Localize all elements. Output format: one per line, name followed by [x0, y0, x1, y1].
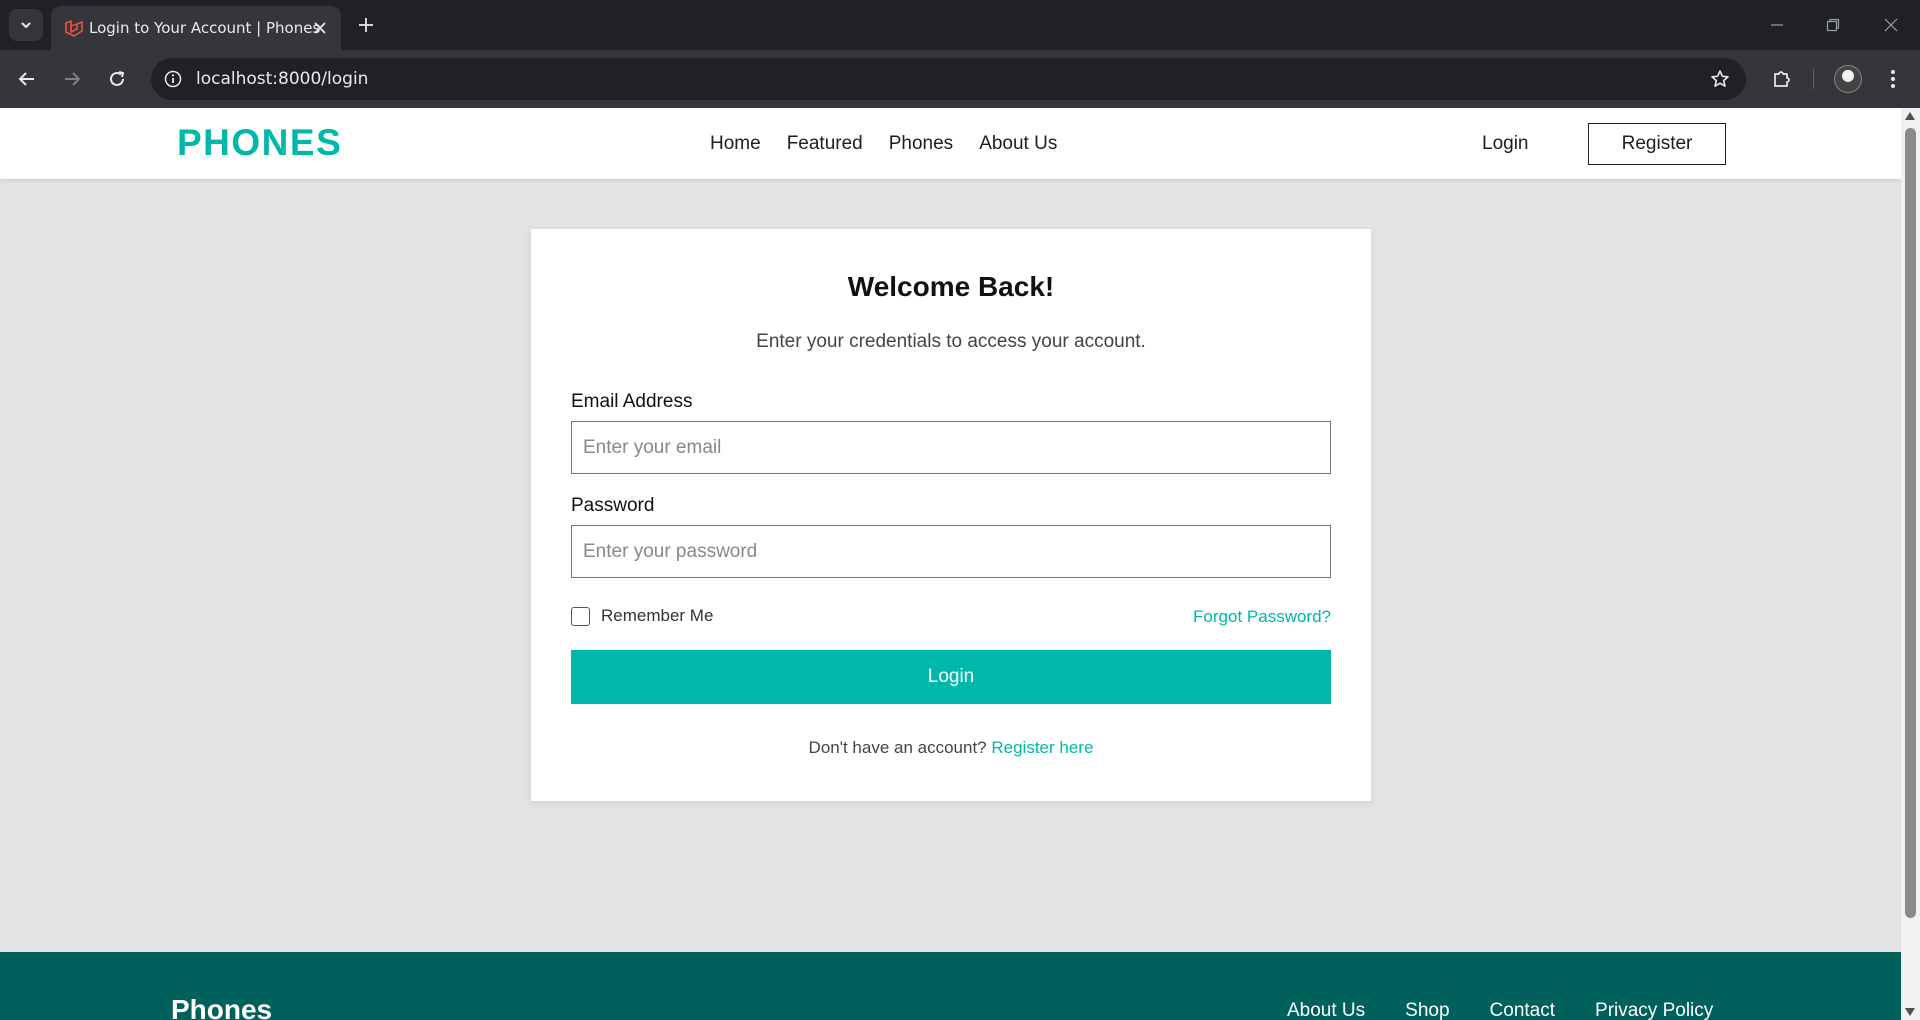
reload-icon	[110, 71, 125, 86]
scroll-down-arrow-icon[interactable]	[1905, 1008, 1915, 1016]
kebab-menu-icon	[1891, 70, 1895, 88]
footer-brand[interactable]: Phones	[171, 994, 272, 1020]
close-window-button[interactable]	[1876, 10, 1906, 40]
plus-icon	[359, 18, 373, 32]
arrow-left-icon	[18, 72, 34, 86]
restore-button[interactable]	[1818, 10, 1848, 40]
scroll-thumb[interactable]	[1905, 128, 1916, 918]
bookmark-button[interactable]	[1708, 67, 1732, 91]
nav-link-home[interactable]: Home	[710, 133, 761, 155]
email-label: Email Address	[571, 391, 693, 412]
nav-link-about-us[interactable]: About Us	[979, 133, 1057, 155]
email-field[interactable]	[571, 421, 1331, 474]
browser-menu-button[interactable]	[1876, 62, 1910, 96]
new-tab-button[interactable]	[353, 12, 379, 38]
address-bar[interactable]: localhost:8000/login	[151, 58, 1746, 100]
remember-me-label[interactable]: Remember Me	[601, 606, 713, 626]
remember-me-checkbox[interactable]	[571, 606, 590, 626]
login-submit-button[interactable]: Login	[571, 650, 1331, 704]
minimize-button[interactable]	[1762, 10, 1792, 40]
site-footer: Phones About Us Shop Contact Privacy Pol…	[0, 952, 1901, 1020]
register-prompt: Don't have an account? Register here	[531, 738, 1371, 758]
password-field[interactable]	[571, 525, 1331, 578]
password-label: Password	[571, 495, 655, 516]
footer-link-shop[interactable]: Shop	[1405, 1000, 1449, 1020]
info-icon	[164, 70, 182, 88]
nav-link-featured[interactable]: Featured	[787, 133, 863, 155]
close-icon	[1884, 18, 1898, 32]
puzzle-icon	[1774, 71, 1790, 87]
site-logo[interactable]: PHONES	[177, 122, 342, 164]
remember-me[interactable]: Remember Me	[571, 606, 713, 626]
main-nav: Home Featured Phones About Us	[710, 133, 1057, 155]
footer-link-contact[interactable]: Contact	[1490, 1000, 1555, 1020]
login-title: Welcome Back!	[847, 271, 1055, 302]
close-icon	[314, 22, 326, 34]
minimize-icon	[1771, 24, 1783, 26]
site-info-button[interactable]	[161, 67, 185, 91]
avatar[interactable]	[1834, 65, 1862, 93]
footer-nav: About Us Shop Contact Privacy Policy	[1287, 1000, 1713, 1020]
tab-close-button[interactable]	[309, 17, 331, 39]
page-viewport: PHONES Home Featured Phones About Us Log…	[0, 108, 1901, 1020]
arrow-right-icon	[65, 72, 81, 86]
tab-search-button[interactable]	[9, 9, 43, 41]
back-button[interactable]	[10, 62, 44, 96]
login-subtitle: Enter your credentials to access your ac…	[756, 331, 1146, 352]
tab-title: Login to Your Account | Phones	[89, 19, 321, 37]
scroll-up-arrow-icon[interactable]	[1905, 112, 1915, 120]
nav-link-phones[interactable]: Phones	[889, 133, 953, 155]
toolbar-separator	[1813, 69, 1814, 89]
restore-icon	[1826, 18, 1840, 32]
extensions-button[interactable]	[1765, 62, 1799, 96]
laravel-icon	[65, 20, 83, 37]
login-card: Welcome Back! Enter your credentials to …	[531, 229, 1371, 801]
footer-link-privacy-policy[interactable]: Privacy Policy	[1595, 1000, 1713, 1020]
chevron-down-icon	[21, 22, 31, 29]
browser-tab-bar: Login to Your Account | Phones	[0, 0, 1920, 50]
site-header: PHONES Home Featured Phones About Us Log…	[0, 108, 1901, 179]
star-icon	[1711, 70, 1729, 87]
footer-link-about-us[interactable]: About Us	[1287, 1000, 1365, 1020]
register-prompt-text: Don't have an account?	[808, 738, 987, 757]
url-text[interactable]: localhost:8000/login	[196, 69, 368, 89]
register-here-link[interactable]: Register here	[991, 738, 1093, 757]
header-register-button[interactable]: Register	[1588, 123, 1726, 165]
reload-button[interactable]	[100, 62, 134, 96]
page-scrollbar[interactable]	[1901, 108, 1920, 1020]
browser-tab-active[interactable]: Login to Your Account | Phones	[51, 6, 341, 50]
browser-toolbar: localhost:8000/login	[0, 50, 1920, 108]
forgot-password-link[interactable]: Forgot Password?	[1193, 607, 1331, 627]
forward-button[interactable]	[55, 62, 89, 96]
header-login-link[interactable]: Login	[1482, 133, 1529, 155]
